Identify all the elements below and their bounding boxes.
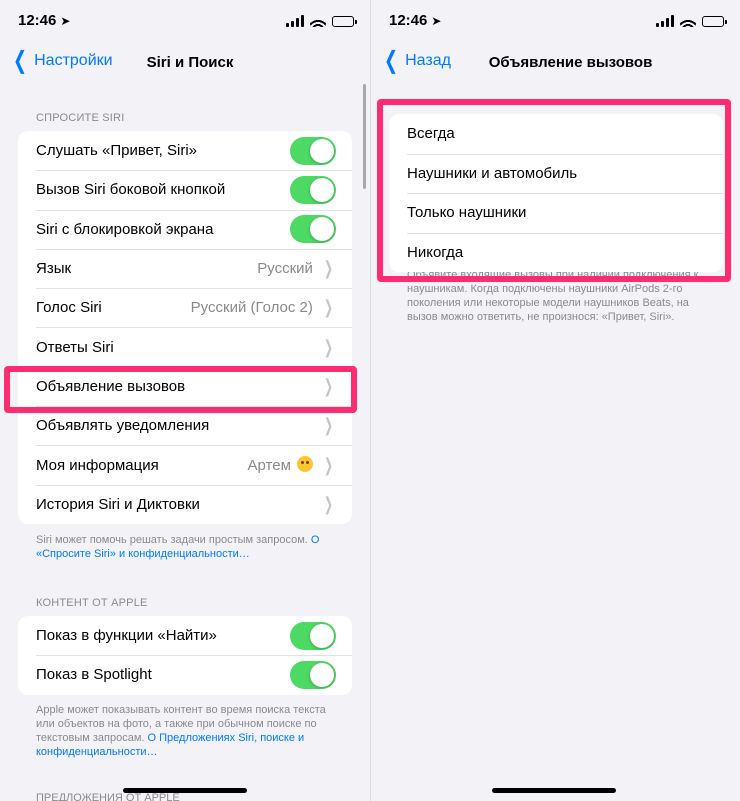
section-header-apple-content: КОНТЕНТ ОТ APPLE (36, 597, 148, 609)
row-announce-notifications[interactable]: Объявлять уведомления ❯ (18, 406, 352, 445)
back-label: Назад (405, 52, 451, 69)
row-show-in-find[interactable]: Показ в функции «Найти» (18, 616, 352, 655)
chevron-right-icon: ❯ (323, 493, 333, 514)
navigation-bar: ❮ Назад Объявление вызовов (371, 44, 740, 82)
row-label: Ответы Siri (36, 338, 114, 356)
option-never[interactable]: Никогда (389, 232, 723, 273)
home-indicator[interactable] (123, 788, 247, 793)
row-siri-history[interactable]: История Siri и Диктовки ❯ (18, 484, 352, 524)
row-siri-voice[interactable]: Голос Siri Русский (Голос 2) ❯ (18, 288, 352, 327)
battery-icon (702, 15, 727, 27)
battery-icon (332, 15, 357, 27)
chevron-right-icon: ❯ (323, 375, 333, 396)
home-indicator[interactable] (492, 788, 616, 793)
row-value: Русский (257, 260, 313, 278)
option-headphones-and-car[interactable]: Наушники и автомобиль (389, 153, 723, 194)
scroll-indicator[interactable] (363, 84, 366, 189)
row-my-info[interactable]: Моя информация Артем ❯ (18, 445, 352, 484)
row-side-button[interactable]: Вызов Siri боковой кнопкой (18, 170, 352, 209)
cellular-signal-icon (286, 15, 304, 27)
row-label: Язык (36, 260, 72, 278)
cat-face-emoji-icon (296, 456, 313, 473)
cellular-signal-icon (656, 15, 674, 27)
row-label: История Siri и Диктовки (36, 495, 200, 513)
row-label: Объявлять уведомления (36, 417, 210, 435)
option-label: Наушники и автомобиль (407, 164, 578, 182)
chevron-right-icon: ❯ (323, 454, 333, 475)
chevron-right-icon: ❯ (323, 297, 333, 318)
back-button-settings[interactable]: ❮ Настройки (10, 47, 113, 74)
show-in-find-toggle[interactable] (290, 621, 336, 650)
ask-siri-group: Слушать «Привет, Siri» Вызов Siri боково… (18, 131, 352, 524)
chevron-right-icon: ❯ (323, 336, 333, 357)
row-language[interactable]: Язык Русский ❯ (18, 248, 352, 288)
chevron-right-icon: ❯ (323, 415, 333, 436)
hey-siri-toggle[interactable] (290, 136, 336, 165)
row-value: Русский (Голос 2) (190, 299, 313, 317)
wifi-icon (310, 15, 326, 27)
lock-screen-toggle[interactable] (290, 215, 336, 244)
option-label: Никогда (407, 243, 464, 261)
location-icon: ➤ (60, 14, 71, 28)
status-time: 12:46 ➤ (389, 12, 442, 29)
row-hey-siri[interactable]: Слушать «Привет, Siri» (18, 131, 352, 170)
option-headphones-only[interactable]: Только наушники (389, 193, 723, 233)
section-footer-apple-content: Apple может показывать контент во время … (36, 704, 326, 758)
siri-search-screen: 12:46 ➤ ❮ Настройки Siri и Поиск СПРОСИТЕ… (0, 0, 370, 801)
option-always[interactable]: Всегда (389, 114, 723, 154)
option-label: Только наушники (407, 204, 527, 222)
row-announce-calls[interactable]: Объявление вызовов ❯ (18, 366, 352, 406)
back-button[interactable]: ❮ Назад (381, 47, 451, 74)
show-in-spotlight-toggle[interactable] (290, 660, 336, 689)
row-label: Слушать «Привет, Siri» (36, 142, 198, 160)
row-label: Показ в функции «Найти» (36, 627, 217, 645)
wifi-icon (680, 15, 696, 27)
row-siri-responses[interactable]: Ответы Siri ❯ (18, 327, 352, 366)
apple-content-group: Показ в функции «Найти» Показ в Spotligh… (18, 616, 352, 695)
section-footer-ask-siri: Siri может помочь решать задачи простым … (36, 534, 320, 560)
location-icon: ➤ (431, 14, 442, 28)
status-bar: 12:46 ➤ (371, 0, 740, 44)
row-label: Голос Siri (36, 299, 102, 317)
status-bar: 12:46 ➤ (0, 0, 370, 44)
chevron-left-icon: ❮ (384, 47, 399, 74)
row-value: Артем (248, 456, 313, 474)
row-show-in-spotlight[interactable]: Показ в Spotlight (18, 655, 352, 694)
row-label: Объявление вызовов (36, 377, 186, 395)
announce-calls-footer: Объявите входящие вызовы при наличии под… (407, 269, 699, 323)
side-button-toggle[interactable] (290, 175, 336, 204)
announce-options-group: Всегда Наушники и автомобиль Только науш… (389, 114, 723, 272)
section-header-ask-siri: СПРОСИТЕ SIRI (36, 112, 125, 124)
option-label: Всегда (407, 125, 455, 143)
row-lock-screen[interactable]: Siri с блокировкой экрана (18, 209, 352, 249)
announce-calls-screen: 12:46 ➤ ❮ Назад Объявление вызовов Объяви… (370, 0, 740, 801)
section-header-apple-suggestions: ПРЕДЛОЖЕНИЯ ОТ APPLE (36, 792, 180, 801)
chevron-right-icon: ❯ (323, 258, 333, 279)
back-label: Настройки (34, 52, 113, 69)
row-label: Показ в Spotlight (36, 666, 152, 684)
row-label: Siri с блокировкой экрана (36, 220, 214, 238)
navigation-bar: ❮ Настройки Siri и Поиск (0, 44, 370, 82)
row-label: Моя информация (36, 456, 159, 474)
row-label: Вызов Siri боковой кнопкой (36, 181, 226, 199)
chevron-left-icon: ❮ (13, 47, 28, 74)
status-time: 12:46 ➤ (18, 12, 71, 29)
